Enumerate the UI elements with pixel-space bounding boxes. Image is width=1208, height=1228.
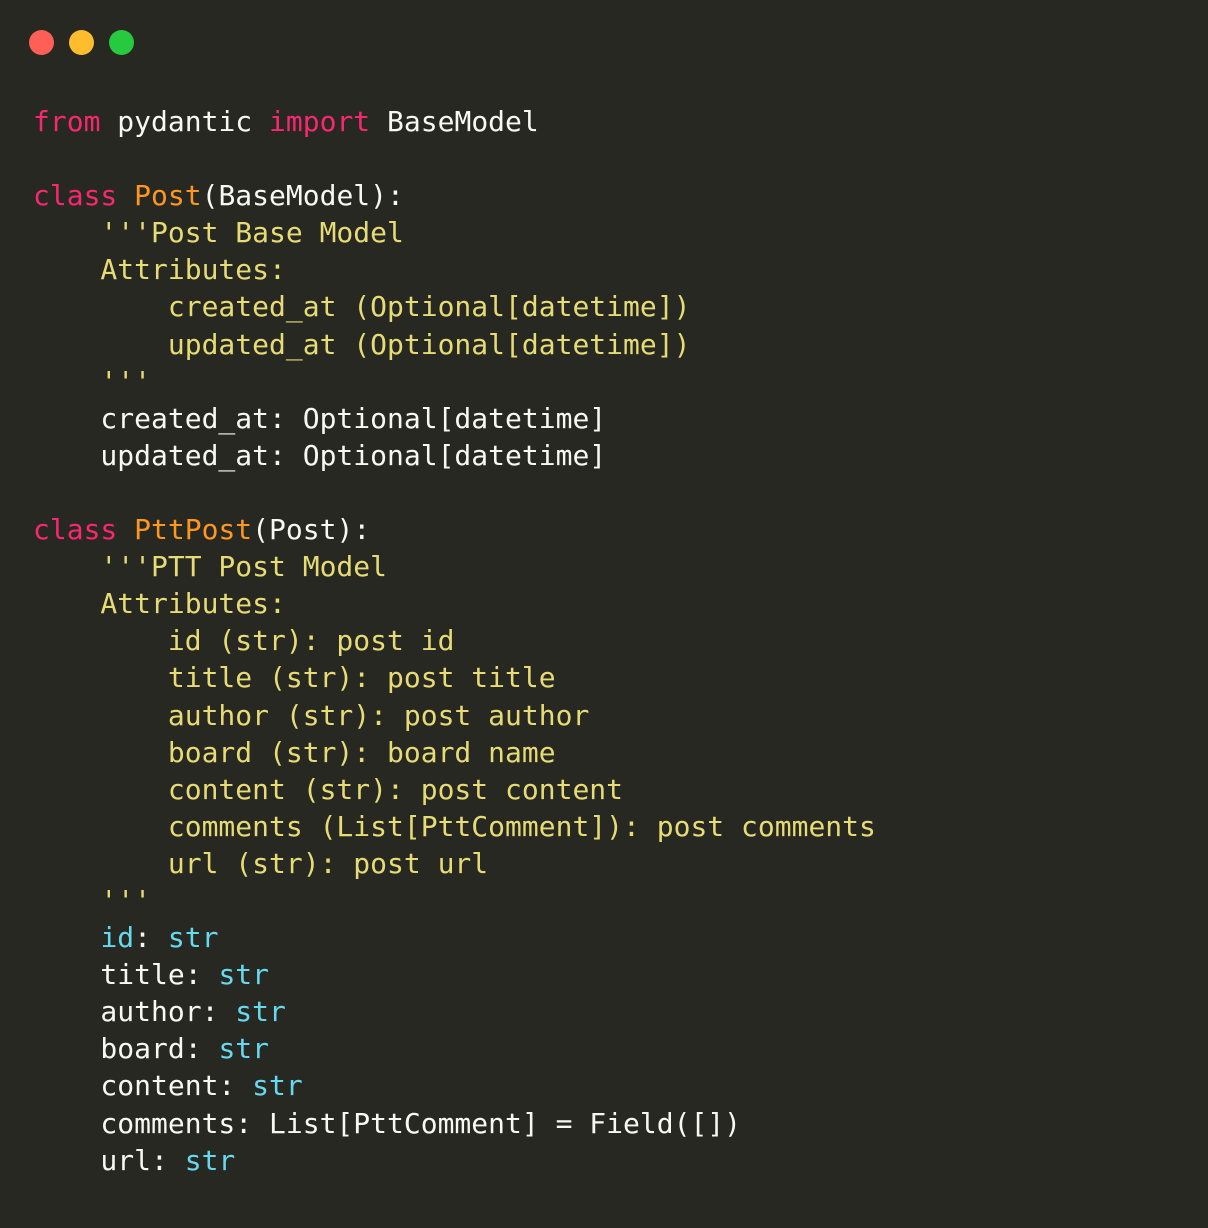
code-token: '''PTT Post Model	[33, 550, 388, 584]
code-line: title: str	[33, 956, 876, 993]
code-token: comments: List[PttComment] = Field([])	[33, 1106, 742, 1140]
code-token: title (str): post title	[33, 661, 556, 695]
code-line: url (str): post url	[33, 845, 876, 882]
zoom-button[interactable]	[109, 30, 134, 55]
code-token: Attributes:	[33, 253, 286, 287]
code-token: BaseModel	[370, 105, 539, 138]
code-line: '''PTT Post Model	[33, 548, 876, 585]
code-token: str	[184, 1143, 236, 1177]
code-line: ​	[33, 474, 876, 511]
code-line: ​	[33, 140, 876, 177]
code-line: created_at (Optional[datetime])	[33, 288, 876, 325]
code-token: author:	[33, 995, 236, 1029]
close-button[interactable]	[29, 30, 54, 55]
code-line: Attributes:	[33, 251, 876, 288]
code-token: created_at: Optional[datetime]	[33, 401, 607, 435]
code-token: board (str): board name	[33, 735, 556, 769]
code-token: Attributes:	[33, 587, 286, 621]
code-line: Attributes:	[33, 585, 876, 622]
code-token: class	[33, 179, 118, 213]
code-token: title:	[33, 958, 219, 992]
code-token: str	[218, 1032, 270, 1066]
code-line: '''	[33, 882, 876, 919]
code-line: class Post(BaseModel):	[33, 177, 876, 214]
code-line: '''Post Base Model	[33, 214, 876, 251]
code-token: '''	[33, 364, 152, 398]
code-token: url:	[33, 1143, 185, 1177]
code-line: url: str	[33, 1142, 876, 1179]
code-line: updated_at (Optional[datetime])	[33, 326, 876, 363]
code-token: (Post):	[252, 513, 371, 547]
code-line: author: str	[33, 993, 876, 1030]
code-line: updated_at: Optional[datetime]	[33, 437, 876, 474]
code-line: board (str): board name	[33, 734, 876, 771]
code-line: comments (List[PttComment]): post commen…	[33, 808, 876, 845]
code-token: str	[167, 921, 219, 955]
code-token: content (str): post content	[33, 772, 624, 806]
code-line: class PttPost(Post):	[33, 511, 876, 548]
code-token: str	[252, 1069, 303, 1103]
code-line: content: str	[33, 1067, 876, 1104]
code-token: created_at (Optional[datetime])	[33, 290, 691, 324]
code-line: content (str): post content	[33, 771, 876, 808]
code-token: '''Post Base Model	[33, 216, 404, 250]
code-token: id	[100, 921, 135, 955]
code-token: board:	[33, 1032, 219, 1066]
code-line: created_at: Optional[datetime]	[33, 400, 876, 437]
code-line: '''	[33, 363, 876, 400]
code-token: Post	[134, 179, 202, 213]
code-token: str	[218, 958, 270, 992]
code-token: class	[33, 513, 118, 547]
code-line: title (str): post title	[33, 659, 876, 696]
code-token: import	[269, 105, 371, 138]
code-token: updated_at (Optional[datetime])	[33, 327, 691, 361]
code-token: author (str): post author	[33, 698, 590, 732]
code-token: :	[134, 921, 168, 955]
code-line: id: str	[33, 919, 876, 956]
code-line: id (str): post id	[33, 622, 876, 659]
code-token: (BaseModel):	[201, 179, 404, 213]
code-line: author (str): post author	[33, 697, 876, 734]
code-line: from pydantic import BaseModel	[33, 103, 876, 140]
code-token: url (str): post url	[33, 846, 489, 880]
code-line: comments: List[PttComment] = Field([])	[33, 1105, 876, 1142]
code-block: from pydantic import BaseModel​class Pos…	[33, 103, 876, 1179]
code-token: pydantic	[100, 105, 270, 138]
code-token: str	[235, 995, 286, 1029]
window-controls	[29, 30, 134, 55]
code-token: content:	[33, 1069, 253, 1103]
code-token: PttPost	[134, 513, 253, 547]
code-token: id (str): post id	[33, 624, 455, 658]
code-token: comments (List[PttComment]): post commen…	[33, 809, 876, 843]
code-token: '''	[33, 883, 152, 917]
code-token: from	[33, 105, 101, 138]
code-window: from pydantic import BaseModel​class Pos…	[0, 0, 1208, 1228]
minimize-button[interactable]	[69, 30, 94, 55]
code-token: updated_at: Optional[datetime]	[33, 438, 607, 472]
code-line: board: str	[33, 1030, 876, 1067]
